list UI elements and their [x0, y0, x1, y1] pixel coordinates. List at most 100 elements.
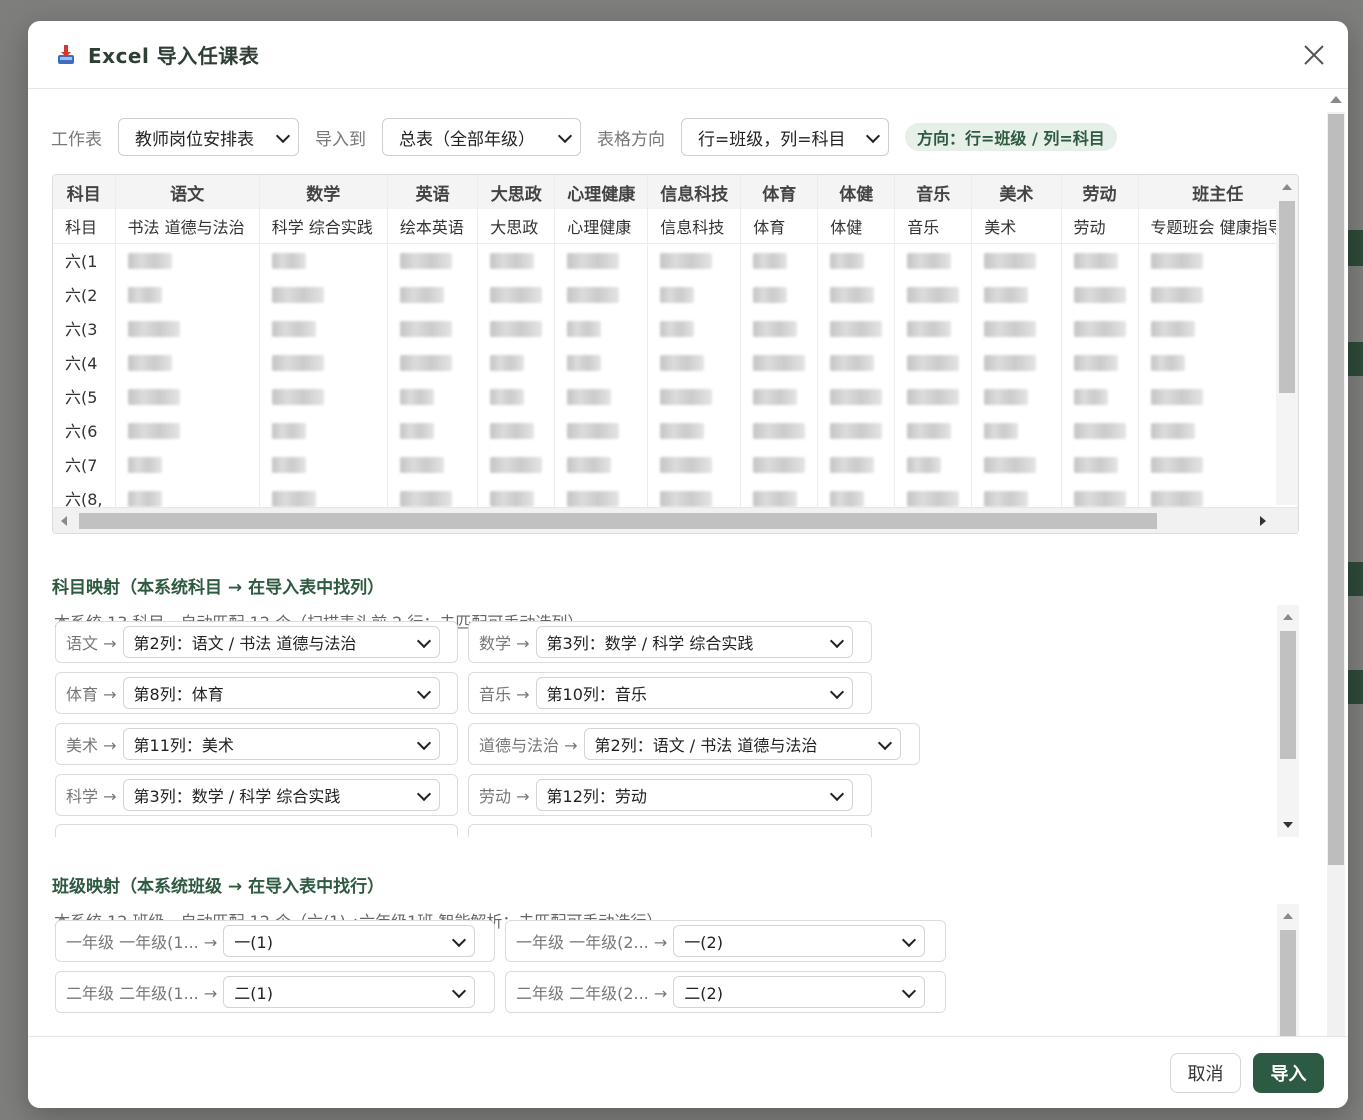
subject-column-select[interactable]: 第3列：数学 / 科学 综合实践: [122, 779, 440, 811]
preview-cell-redacted: [1061, 277, 1139, 311]
scroll-up-icon[interactable]: [1282, 184, 1292, 190]
table-row: 六(4: [53, 345, 1298, 379]
sheet-select[interactable]: 教师岗位安排表: [118, 118, 299, 156]
redacted-text: [660, 355, 705, 371]
subject-column-value: 第3列：数学 / 科学 综合实践: [546, 634, 754, 653]
subject-column-select[interactable]: 第2列：语文 / 书法 道德与法治: [583, 728, 901, 760]
scroll-up-icon[interactable]: [1283, 913, 1293, 919]
preview-cell-redacted: [740, 379, 819, 413]
preview-cell-redacted: [477, 345, 556, 379]
preview-cell-redacted: [554, 277, 649, 311]
chevron-down-icon: [416, 684, 431, 700]
import-tray-icon: [52, 41, 80, 69]
scroll-left-icon[interactable]: [61, 516, 67, 526]
preview-row-label: 六(3: [53, 311, 116, 345]
redacted-text: [907, 287, 960, 303]
preview-table-container[interactable]: 科目 语文 数学 英语 大思政 心理健康 信息科技 体育 体健 音乐 美术 劳动 班主任 科目 书法 道德…: [52, 174, 1299, 534]
redacted-text: [660, 423, 705, 439]
subject-column-select[interactable]: 第10列：音乐: [535, 677, 853, 709]
redacted-text: [1073, 457, 1118, 473]
preview-horizontal-scrollbar[interactable]: [53, 507, 1298, 533]
subject-column-value: 第11列：美术: [133, 736, 234, 755]
class-row-select[interactable]: 一(2): [673, 925, 926, 957]
preview-subheader-cell: 科学 综合实践: [259, 209, 388, 244]
subject-mapping-item: 美术 → 第11列：美术: [55, 723, 458, 765]
target-select-value: 总表（全部年级）: [399, 129, 535, 150]
scroll-up-icon[interactable]: [1330, 96, 1342, 103]
redacted-text: [271, 287, 324, 303]
cancel-button[interactable]: 取消: [1170, 1053, 1241, 1093]
preview-cell-redacted: [817, 379, 896, 413]
subject-column-select[interactable]: 第11列：美术: [122, 728, 440, 760]
redacted-text: [271, 253, 306, 270]
target-select[interactable]: 总表（全部年级）: [382, 118, 581, 156]
subject-mapping-scrollbar[interactable]: [1277, 605, 1299, 837]
redacted-text: [830, 423, 883, 439]
table-row: 六(2: [53, 277, 1298, 311]
preview-cell-redacted: [259, 379, 388, 413]
preview-cell-redacted: [115, 447, 260, 481]
redacted-text: [660, 287, 695, 303]
redacted-text: [907, 423, 952, 439]
preview-cell-redacted: [817, 447, 896, 481]
preview-vertical-scrollbar[interactable]: [1276, 175, 1298, 505]
preview-cell-redacted: [1061, 345, 1139, 379]
subject-column-select[interactable]: 第12列：劳动: [535, 779, 853, 811]
subject-mapping-item: 科学 → 第3列：数学 / 科学 综合实践: [55, 774, 458, 816]
redacted-text: [984, 389, 1029, 405]
scroll-right-icon[interactable]: [1260, 516, 1266, 526]
redacted-text: [984, 355, 1037, 371]
table-row: 六(1: [53, 243, 1298, 277]
preview-cell-redacted: [817, 413, 896, 447]
scroll-thumb[interactable]: [1280, 631, 1296, 759]
scroll-thumb[interactable]: [1279, 201, 1295, 393]
subject-column-select[interactable]: 第8列：体育: [122, 677, 440, 709]
scroll-thumb[interactable]: [1328, 114, 1344, 865]
redacted-text: [490, 389, 525, 405]
preview-column-header: 体育: [740, 175, 819, 209]
preview-subheader-cell: 科目: [53, 209, 116, 244]
class-row-value: 二(1): [234, 984, 273, 1003]
redacted-text: [127, 355, 172, 371]
import-button[interactable]: 导入: [1253, 1053, 1324, 1093]
redacted-text: [830, 287, 875, 303]
close-icon[interactable]: [1300, 41, 1328, 69]
table-row: 六(7: [53, 447, 1298, 481]
redacted-text: [753, 457, 806, 473]
preview-cell-redacted: [387, 379, 479, 413]
redacted-text: [1150, 253, 1203, 270]
scroll-thumb[interactable]: [1280, 930, 1296, 1036]
preview-subheader-cell: 绘本英语: [387, 209, 479, 244]
redacted-text: [1150, 321, 1195, 337]
dialog-vertical-scrollbar[interactable]: [1324, 90, 1345, 1036]
redacted-text: [1073, 355, 1118, 371]
subject-column-select[interactable]: 第3列：数学 / 科学 综合实践: [535, 626, 853, 658]
subject-label: 体育 →: [66, 685, 117, 704]
redacted-text: [1150, 355, 1185, 371]
chevron-down-icon: [452, 983, 467, 999]
scroll-up-icon[interactable]: [1283, 614, 1293, 620]
redacted-text: [984, 321, 1037, 337]
chevron-down-icon: [416, 735, 431, 751]
class-row-select[interactable]: 二(2): [673, 976, 926, 1008]
class-row-select[interactable]: 一(1): [223, 925, 476, 957]
preview-cell-redacted: [387, 345, 479, 379]
redacted-text: [753, 355, 806, 371]
preview-subheader-cell: 音乐: [894, 209, 973, 244]
subject-column-value: 第8列：体育: [133, 685, 224, 704]
preview-subheader-cell: 专题班会 健康指导: [1138, 209, 1298, 244]
preview-cell-redacted: [647, 243, 742, 277]
orientation-select[interactable]: 行=班级，列=科目: [681, 118, 889, 156]
class-mapping-scrollbar[interactable]: [1277, 904, 1299, 1036]
redacted-text: [1150, 287, 1203, 303]
subject-column-select[interactable]: 第2列：语文 / 书法 道德与法治: [122, 626, 440, 658]
scroll-thumb[interactable]: [79, 513, 1157, 529]
preview-subheader-cell: 美术: [971, 209, 1062, 244]
redacted-text: [907, 389, 960, 405]
class-row-select[interactable]: 二(1): [223, 976, 476, 1008]
scroll-down-icon[interactable]: [1283, 822, 1293, 828]
redacted-text: [753, 423, 806, 439]
preview-cell-redacted: [115, 379, 260, 413]
import-controls: 工作表 教师岗位安排表 导入到 总表（全部年级） 表格方向 行=班级，列=科目 …: [51, 118, 1117, 156]
redacted-text: [567, 321, 602, 337]
